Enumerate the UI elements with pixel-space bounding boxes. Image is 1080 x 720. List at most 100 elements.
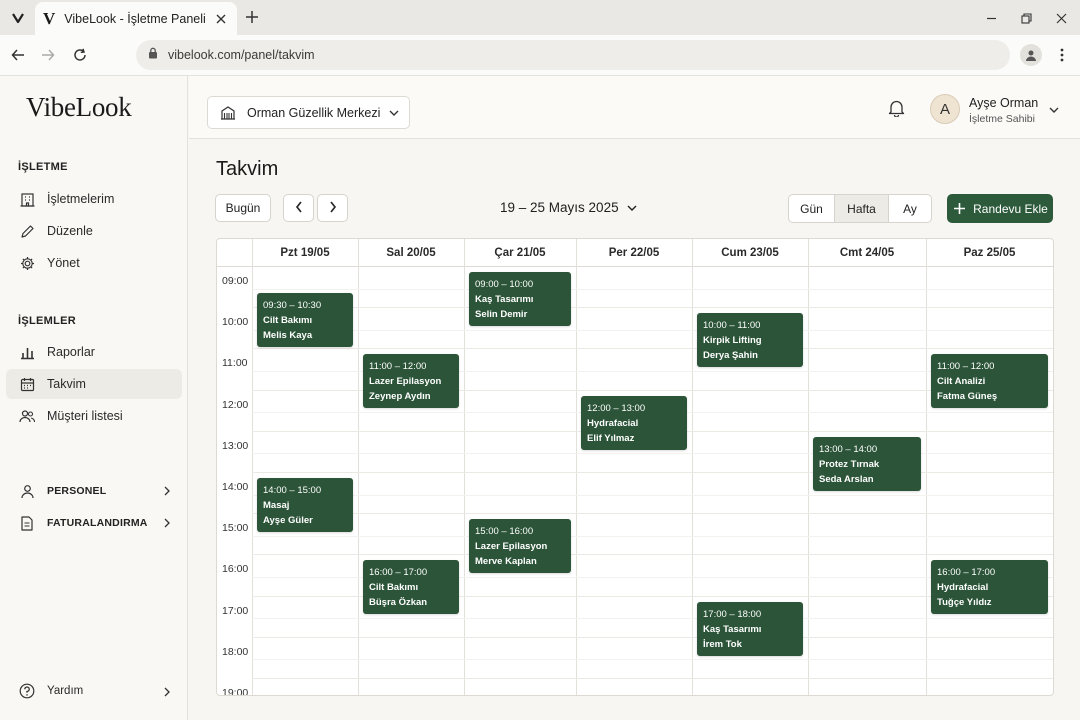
sidebar-item-manage[interactable]: Yönet (6, 248, 182, 278)
grid-line (252, 348, 1053, 349)
appointment-card[interactable]: 16:00 – 17:00 Hydrafacial Tuğçe Yıldız (931, 560, 1048, 614)
appointment-client: Fatma Güneş (937, 391, 998, 402)
add-appointment-button[interactable]: Randevu Ekle (947, 194, 1053, 223)
grid-line (252, 472, 1053, 473)
user-name[interactable]: Ayşe Orman (969, 96, 1038, 110)
date-range-picker[interactable]: 19 – 25 Mayıs 2025 (500, 200, 639, 215)
appointment-service: Kirpik Lifting (703, 335, 762, 346)
browser-tab[interactable]: V VibeLook - İşletme Paneli (35, 2, 237, 35)
next-week-button[interactable] (317, 194, 348, 222)
appointment-card[interactable]: 16:00 – 17:00 Cilt Bakımı Büşra Özkan (363, 560, 459, 614)
hour-label: 17:00 (222, 604, 249, 617)
profile-icon[interactable] (1020, 44, 1042, 66)
view-month-button[interactable]: Ay (889, 195, 931, 222)
app-topbar: Orman Güzellik Merkezi A Ayşe Orman İşle… (189, 76, 1080, 139)
back-icon[interactable] (8, 45, 28, 65)
notification-bell-icon[interactable] (886, 98, 906, 118)
view-day-button[interactable]: Gün (789, 195, 835, 222)
appointment-card[interactable]: 12:00 – 13:00 Hydrafacial Elif Yılmaz (581, 396, 687, 450)
appointment-card[interactable]: 14:00 – 15:00 Masaj Ayşe Güler (257, 478, 353, 532)
sidebar-item-edit[interactable]: Düzenle (6, 216, 182, 246)
appointment-service: Kaş Tasarımı (475, 294, 534, 305)
prev-week-button[interactable] (283, 194, 314, 222)
appointment-card[interactable]: 11:00 – 12:00 Cilt Analizi Fatma Güneş (931, 354, 1048, 408)
calendar-header: Pzt 19/05 Sal 20/05 Çar 21/05 Per 22/05 Cum … (217, 239, 1053, 267)
today-button[interactable]: Bugün (215, 194, 271, 222)
appointment-time: 17:00 – 18:00 (703, 609, 762, 620)
chevron-right-icon (160, 484, 174, 498)
sidebar-item-customers[interactable]: Müşteri listesi (6, 401, 182, 431)
sidebar-group-label: FATURALANDIRMA (47, 517, 148, 529)
forward-icon[interactable] (38, 45, 58, 65)
appointment-client: Zeynep Aydın (369, 391, 431, 402)
sidebar-item-reports[interactable]: Raporlar (6, 337, 182, 367)
user-role: İşletme Sahibi (969, 113, 1035, 125)
appointment-service: Cilt Analizi (937, 376, 986, 387)
gear-icon (19, 255, 35, 271)
avatar[interactable]: A (930, 94, 960, 124)
kebab-menu-icon[interactable] (1052, 45, 1072, 65)
building-icon (220, 105, 236, 121)
close-window-icon[interactable] (1052, 9, 1070, 27)
day-header[interactable]: Cmt 24/05 (808, 239, 926, 267)
appointment-card[interactable]: 10:00 – 11:00 Kirpik Lifting Derya Şahin (697, 313, 803, 367)
day-header[interactable]: Per 22/05 (576, 239, 692, 267)
chevron-down-icon[interactable] (1047, 103, 1061, 117)
sidebar-item-businesses[interactable]: İşletmelerim (6, 184, 182, 214)
url-field[interactable]: vibelook.com/panel/takvim (136, 40, 1010, 70)
sidebar: VibeLook İŞLETME İşletmelerim Düzenle Yö… (0, 76, 188, 720)
day-header[interactable]: Cum 23/05 (692, 239, 808, 267)
appointment-card[interactable]: 09:30 – 10:30 Cilt Bakımı Melis Kaya (257, 293, 353, 347)
hour-label: 12:00 (222, 398, 249, 411)
view-week-button[interactable]: Hafta (835, 195, 889, 222)
tab-favicon: V (43, 8, 56, 28)
day-header[interactable]: Çar 21/05 (464, 239, 576, 267)
hour-label: 13:00 (222, 439, 249, 452)
day-header[interactable]: Pzt 19/05 (252, 239, 358, 267)
grid-line (252, 637, 1053, 638)
week-calendar: Pzt 19/05 Sal 20/05 Çar 21/05 Per 22/05 Cum … (216, 238, 1054, 696)
appointment-card[interactable]: 13:00 – 14:00 Protez Tırnak Seda Arslan (813, 437, 921, 491)
url-text: vibelook.com/panel/takvim (168, 48, 315, 62)
appointment-card[interactable]: 11:00 – 12:00 Lazer Epilasyon Zeynep Aydın (363, 354, 459, 408)
chevron-down-icon (625, 201, 639, 215)
business-selector[interactable]: Orman Güzellik Merkezi (207, 96, 410, 129)
browser-menu-icon[interactable] (6, 6, 30, 30)
day-header[interactable]: Paz 25/05 (926, 239, 1053, 267)
sidebar-item-label: İşletmelerim (47, 192, 115, 206)
sidebar-item-calendar[interactable]: Takvim (6, 369, 182, 399)
sidebar-item-help[interactable]: Yardım (6, 676, 182, 706)
add-appointment-label: Randevu Ekle (973, 201, 1048, 216)
hour-label: 10:00 (222, 316, 249, 329)
appointment-time: 12:00 – 13:00 (587, 403, 646, 414)
minimize-icon[interactable] (982, 9, 1000, 27)
appointment-service: Kaş Tasarımı (703, 624, 762, 635)
appointment-card[interactable]: 15:00 – 16:00 Lazer Epilasyon Merve Kaplan (469, 519, 571, 573)
appointment-card[interactable]: 17:00 – 18:00 Kaş Tasarımı İrem Tok (697, 602, 803, 656)
sidebar-group-staff[interactable]: PERSONEL (6, 477, 182, 505)
appointment-service: Lazer Epilasyon (369, 376, 442, 387)
brand-logo[interactable]: VibeLook (26, 92, 132, 123)
appointment-card[interactable]: 09:00 – 10:00 Kaş Tasarımı Selin Demir (469, 272, 571, 326)
restore-icon[interactable] (1017, 9, 1035, 27)
hour-label: 09:00 (222, 275, 249, 287)
new-tab-icon[interactable] (242, 7, 262, 27)
chevron-right-icon (160, 685, 174, 699)
lock-icon (148, 46, 158, 64)
reload-icon[interactable] (70, 45, 90, 65)
close-tab-icon[interactable] (213, 11, 229, 27)
day-header[interactable]: Sal 20/05 (358, 239, 464, 267)
sidebar-item-label: Takvim (47, 377, 86, 391)
hour-label: 19:00 (222, 687, 249, 696)
chevron-left-icon (295, 201, 303, 216)
grid-line (252, 513, 1053, 514)
sidebar-item-label: Düzenle (47, 224, 93, 238)
address-bar-row: vibelook.com/panel/takvim (0, 35, 1080, 76)
appointment-client: Selin Demir (475, 309, 528, 320)
appointment-service: Hydrafacial (937, 582, 989, 593)
appointment-time: 09:00 – 10:00 (475, 279, 534, 290)
calendar-icon (19, 376, 35, 392)
sidebar-group-billing[interactable]: FATURALANDIRMA (6, 509, 182, 537)
bar-chart-icon (19, 344, 35, 360)
users-icon (19, 408, 35, 424)
